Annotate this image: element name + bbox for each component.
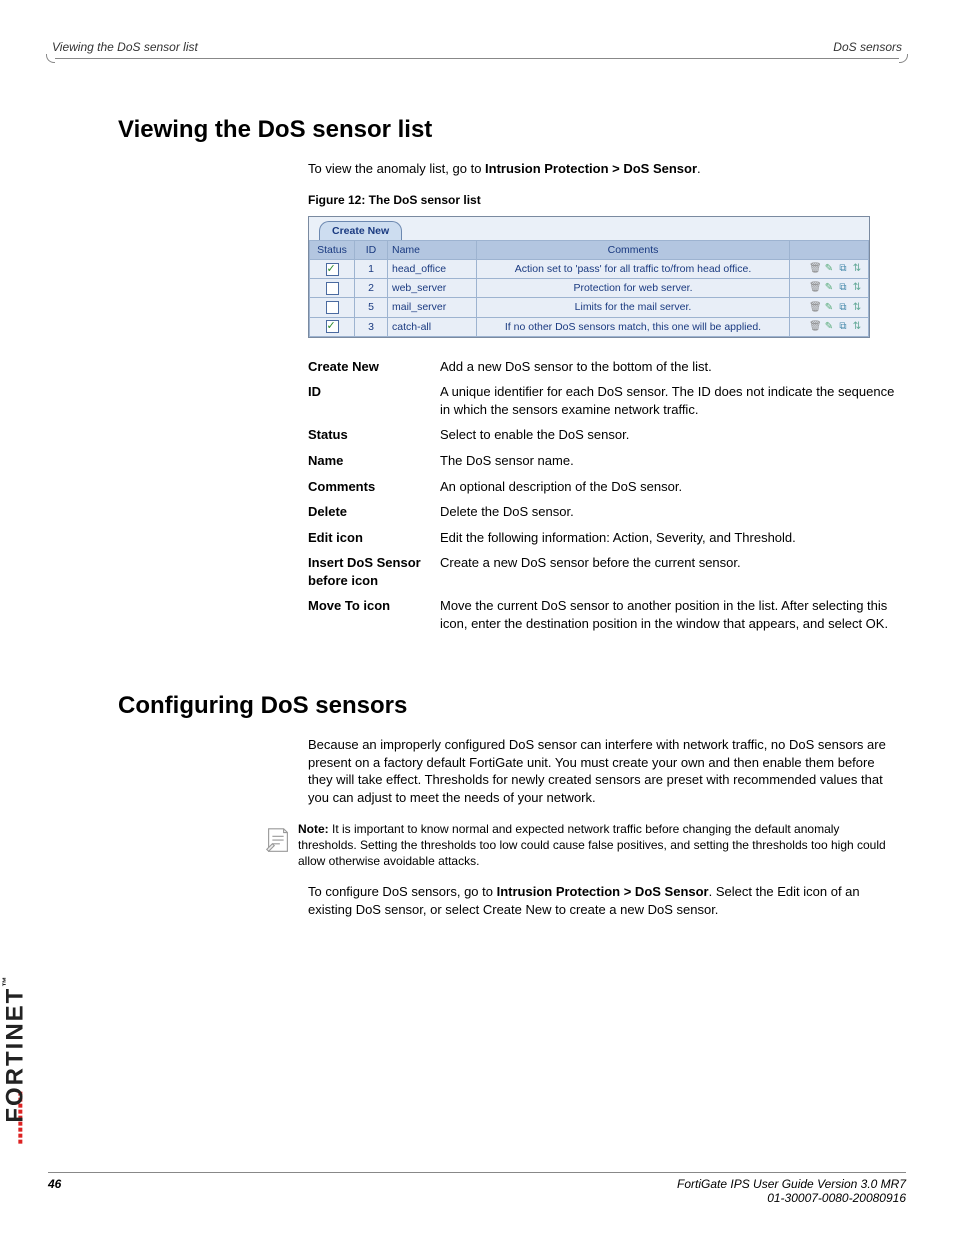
definition-desc: Create a new DoS sensor before the curre… <box>440 554 896 589</box>
definition-row: StatusSelect to enable the DoS sensor. <box>308 426 896 444</box>
definition-term: Edit icon <box>308 529 440 547</box>
definition-term: Name <box>308 452 440 470</box>
delete-icon[interactable] <box>809 302 821 314</box>
cell-comments: Action set to 'pass' for all traffic to/… <box>477 260 790 279</box>
heading-viewing: Viewing the DoS sensor list <box>118 116 906 144</box>
move-to-icon[interactable] <box>851 321 863 333</box>
cell-id: 5 <box>355 298 388 317</box>
definition-term: Comments <box>308 478 440 496</box>
col-comments: Comments <box>477 240 790 259</box>
definition-row: Create NewAdd a new DoS sensor to the bo… <box>308 358 896 376</box>
insert-before-icon[interactable] <box>837 321 849 333</box>
col-id: ID <box>355 240 388 259</box>
col-status: Status <box>310 240 355 259</box>
insert-before-icon[interactable] <box>837 282 849 294</box>
cell-id: 1 <box>355 260 388 279</box>
delete-icon[interactable] <box>809 282 821 294</box>
definition-desc: An optional description of the DoS senso… <box>440 478 896 496</box>
status-checkbox[interactable] <box>326 263 339 276</box>
definition-desc: Add a new DoS sensor to the bottom of th… <box>440 358 896 376</box>
intro-paragraph: To view the anomaly list, go to Intrusio… <box>308 160 896 178</box>
definition-desc: Select to enable the DoS sensor. <box>440 426 896 444</box>
config-para2: To configure DoS sensors, go to Intrusio… <box>308 883 896 918</box>
table-row: 3catch-allIf no other DoS sensors match,… <box>310 317 869 336</box>
edit-icon[interactable] <box>823 263 835 275</box>
move-to-icon[interactable] <box>851 282 863 294</box>
status-checkbox[interactable] <box>326 320 339 333</box>
definition-row: DeleteDelete the DoS sensor. <box>308 503 896 521</box>
edit-icon[interactable] <box>823 302 835 314</box>
definition-desc: The DoS sensor name. <box>440 452 896 470</box>
delete-icon[interactable] <box>809 321 821 333</box>
note-text: Note: It is important to know normal and… <box>298 821 906 870</box>
definition-row: CommentsAn optional description of the D… <box>308 478 896 496</box>
definition-term: Status <box>308 426 440 444</box>
definition-term: Insert DoS Sensor before icon <box>308 554 440 589</box>
definition-desc: Move the current DoS sensor to another p… <box>440 597 896 632</box>
edit-icon[interactable] <box>823 282 835 294</box>
definition-row: IDA unique identifier for each DoS senso… <box>308 383 896 418</box>
cell-name: head_office <box>388 260 477 279</box>
page-number: 46 <box>48 1177 61 1205</box>
definition-term: Move To icon <box>308 597 440 632</box>
definition-desc: A unique identifier for each DoS sensor.… <box>440 383 896 418</box>
cell-name: web_server <box>388 279 477 298</box>
insert-before-icon[interactable] <box>837 302 849 314</box>
definition-term: Create New <box>308 358 440 376</box>
definition-term: ID <box>308 383 440 418</box>
note-icon <box>258 821 298 858</box>
cell-id: 3 <box>355 317 388 336</box>
create-new-button[interactable]: Create New <box>319 221 402 240</box>
edit-icon[interactable] <box>823 321 835 333</box>
delete-icon[interactable] <box>809 263 821 275</box>
cell-name: catch-all <box>388 317 477 336</box>
definition-row: Insert DoS Sensor before iconCreate a ne… <box>308 554 896 589</box>
cell-comments: If no other DoS sensors match, this one … <box>477 317 790 336</box>
move-to-icon[interactable] <box>851 302 863 314</box>
running-head-left: Viewing the DoS sensor list <box>52 40 198 54</box>
sensor-list-screenshot: Create New Status ID Name Comments 1head… <box>308 216 870 338</box>
definition-desc: Delete the DoS sensor. <box>440 503 896 521</box>
definition-row: NameThe DoS sensor name. <box>308 452 896 470</box>
col-name: Name <box>388 240 477 259</box>
status-checkbox[interactable] <box>326 301 339 314</box>
cell-name: mail_server <box>388 298 477 317</box>
col-actions <box>790 240 869 259</box>
table-row: 1head_officeAction set to 'pass' for all… <box>310 260 869 279</box>
footer-text: FortiGate IPS User Guide Version 3.0 MR7… <box>677 1177 906 1205</box>
definition-row: Move To iconMove the current DoS sensor … <box>308 597 896 632</box>
cell-id: 2 <box>355 279 388 298</box>
definition-desc: Edit the following information: Action, … <box>440 529 896 547</box>
fortinet-logo: FORTINET™ <box>1 975 30 1145</box>
table-row: 5mail_serverLimits for the mail server. <box>310 298 869 317</box>
cell-comments: Limits for the mail server. <box>477 298 790 317</box>
figure-caption: Figure 12: The DoS sensor list <box>308 192 896 208</box>
definition-row: Edit iconEdit the following information:… <box>308 529 896 547</box>
status-checkbox[interactable] <box>326 282 339 295</box>
config-para1: Because an improperly configured DoS sen… <box>308 736 896 806</box>
table-row: 2web_serverProtection for web server. <box>310 279 869 298</box>
cell-comments: Protection for web server. <box>477 279 790 298</box>
running-head-right: DoS sensors <box>833 40 902 54</box>
insert-before-icon[interactable] <box>837 263 849 275</box>
heading-configuring: Configuring DoS sensors <box>118 692 906 720</box>
definition-term: Delete <box>308 503 440 521</box>
move-to-icon[interactable] <box>851 263 863 275</box>
